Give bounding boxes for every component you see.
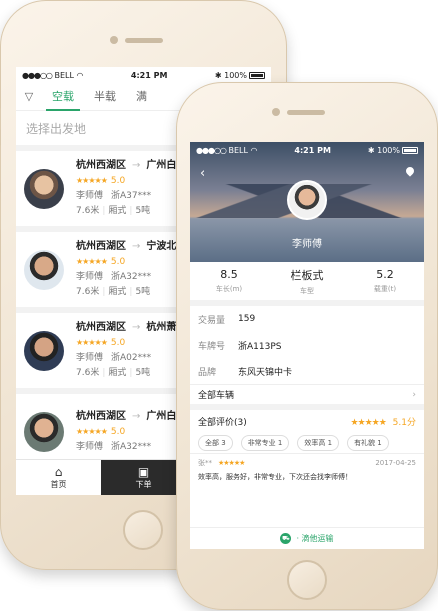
detail-row: 交易量 159 — [198, 314, 256, 326]
stat-load: 5.2 载重(t) — [373, 268, 397, 293]
chip-efficient[interactable]: 效率高 1 — [297, 434, 340, 451]
front-phone: ●●●○○ BELL ◠ 4:21 PM ✱ 100% ‹ 李师傅 8.5 车长(… — [176, 82, 438, 610]
camera — [272, 108, 280, 116]
arrow-right-icon: → — [132, 322, 141, 333]
battery-icon — [402, 146, 418, 154]
tab-empty-load[interactable]: 空载 — [46, 83, 80, 111]
rating-stars-icon: ★★★★★ — [350, 417, 386, 428]
reviews-header[interactable]: 全部评价(3) ★★★★★ 5.1分 — [190, 410, 424, 432]
stat-type: 栏板式 车型 — [290, 268, 324, 295]
rating-stars-icon: ★★★★★ — [76, 338, 108, 347]
volume-up — [0, 145, 1, 183]
wifi-icon: ◠ — [76, 70, 84, 80]
arrow-right-icon: → — [132, 410, 141, 422]
speaker — [125, 38, 163, 43]
rating-stars-icon: ★★★★★ — [218, 459, 245, 467]
filter-icon[interactable]: ▽ — [16, 90, 42, 103]
nav-home[interactable]: ⌂ 首页 — [16, 460, 101, 495]
home-button — [287, 560, 327, 600]
location-pin-icon[interactable] — [404, 165, 416, 177]
driver-profile-screen: ●●●○○ BELL ◠ 4:21 PM ✱ 100% ‹ 李师傅 8.5 车长(… — [190, 142, 424, 549]
vehicle-details: 交易量 159 车牌号 浙A113PS 品牌 东风天锦中卡 — [190, 306, 424, 384]
review-filters: 全部 3 非常专业 1 效率高 1 有礼貌 1 — [190, 432, 424, 454]
avatar — [24, 168, 64, 209]
nav-place-order[interactable]: ▣ 下单 — [101, 460, 186, 495]
status-bar: ●●●○○ BELL ◠ 4:21 PM ✱ 100% — [16, 67, 271, 83]
status-time: 4:21 PM — [294, 145, 331, 155]
contact-button[interactable]: ⛟ · 滴他运输 — [190, 527, 424, 549]
camera — [110, 36, 118, 44]
profile-header: ●●●○○ BELL ◠ 4:21 PM ✱ 100% ‹ 李师傅 — [190, 142, 424, 262]
driver-name: 李师傅 — [292, 239, 322, 250]
rating-stars-icon: ★★★★★ — [76, 426, 108, 436]
signal-icon: ●●●○○ — [22, 70, 53, 80]
detail-row: 车牌号 浙A113PS — [198, 341, 282, 352]
bluetooth-icon: ✱ — [367, 145, 375, 155]
arrow-right-icon: → — [132, 160, 141, 171]
vehicle-stats: 8.5 车长(m) 栏板式 车型 5.2 载重(t) — [190, 262, 424, 306]
chip-professional[interactable]: 非常专业 1 — [240, 434, 290, 451]
avatar — [24, 330, 64, 371]
all-vehicles-link[interactable]: 全部车辆 › — [190, 384, 424, 410]
signal-icon: ●●●○○ — [196, 145, 227, 155]
chip-all[interactable]: 全部 3 — [198, 434, 233, 451]
battery-icon — [249, 71, 265, 79]
detail-row: 品牌 东风天锦中卡 — [198, 367, 293, 378]
volume-down — [0, 192, 1, 230]
origin-placeholder: 选择出发地 — [26, 121, 87, 136]
avatar — [24, 411, 64, 452]
truck-icon: ⛟ — [280, 533, 292, 544]
review-item: 张** ★★★★★ 2017-04-25 效率高，服务好，非常专业，下次还会找李师… — [198, 459, 416, 481]
clipboard-icon: ▣ — [137, 464, 150, 479]
tab-full-load[interactable]: 满 — [136, 83, 147, 111]
stat-length: 8.5 车长(m) — [215, 268, 243, 293]
chip-polite[interactable]: 有礼貌 1 — [347, 434, 389, 451]
status-time: 4:21 PM — [130, 70, 168, 80]
tab-half-load[interactable]: 半载 — [94, 83, 116, 111]
rating-stars-icon: ★★★★★ — [76, 176, 108, 185]
avatar — [24, 249, 64, 290]
wifi-icon: ◠ — [250, 145, 258, 155]
rating-stars-icon: ★★★★★ — [76, 257, 108, 266]
mute-switch — [0, 108, 1, 130]
chevron-right-icon: › — [412, 389, 416, 400]
status-bar: ●●●○○ BELL ◠ 4:21 PM ✱ 100% — [190, 142, 424, 158]
home-icon: ⌂ — [54, 464, 63, 479]
speaker — [287, 110, 325, 115]
back-chevron-icon[interactable]: ‹ — [200, 166, 205, 181]
driver-avatar — [287, 180, 327, 220]
app-promo-stage: ●●●○○ BELL ◠ 4:21 PM ✱ 100% ▽ 空载 半载 满 选择… — [0, 0, 438, 611]
bluetooth-icon: ✱ — [214, 70, 222, 80]
home-button — [123, 510, 163, 550]
arrow-right-icon: → — [132, 241, 141, 252]
